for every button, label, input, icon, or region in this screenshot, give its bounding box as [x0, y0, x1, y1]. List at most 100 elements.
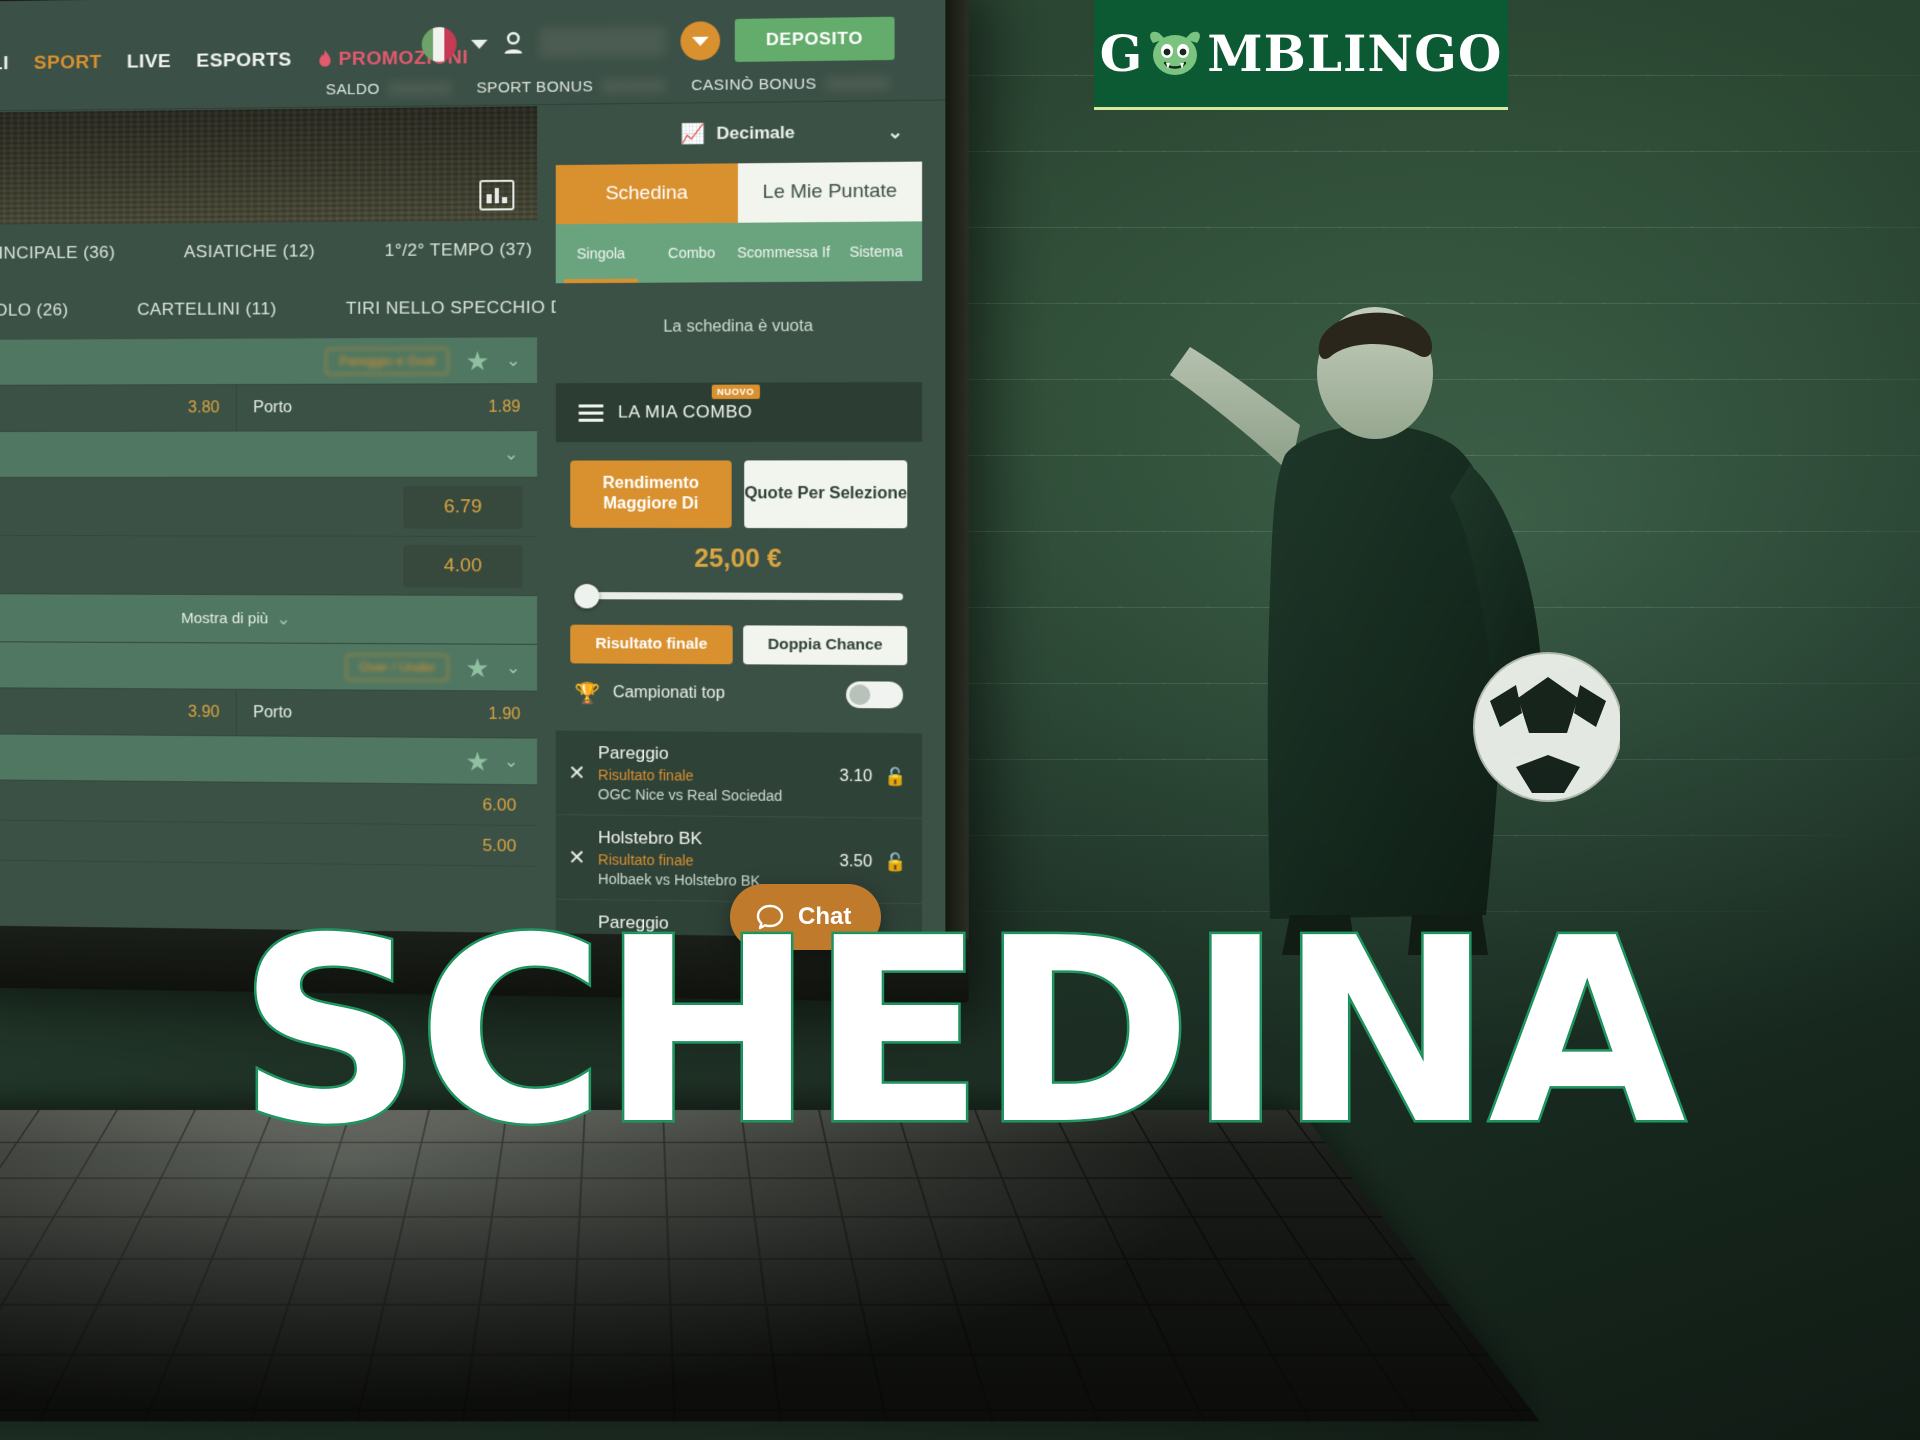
nav-item-sport[interactable]: SPORT — [34, 52, 102, 75]
odds-list: Pareggio e Goal ★ ⌄ 3.80 Porto 1.89 ⌄ 6.… — [0, 337, 538, 934]
bar-chart-icon[interactable] — [479, 179, 515, 211]
selection-pick: Holstebro BK — [598, 827, 703, 849]
betslip-tabs: Schedina Le Mie Puntate — [555, 161, 923, 225]
chevron-down-icon — [691, 36, 709, 46]
top-leagues-toggle[interactable] — [846, 681, 904, 709]
betslip-panel: 📈 Decimale ⌄ Schedina Le Mie Puntate Sin… — [555, 101, 923, 939]
chevron-down-icon[interactable] — [470, 39, 488, 49]
selection-details: Holstebro BK Risultato finale Holbaek vs… — [598, 828, 827, 890]
selection-odd: 3.10 — [839, 767, 873, 786]
combo-amount-slider[interactable] — [574, 583, 904, 609]
close-icon[interactable]: ✕ — [568, 743, 585, 785]
deposit-button[interactable]: DEPOSITO — [734, 16, 895, 62]
selection-market: Risultato finale — [598, 851, 694, 869]
chevron-down-icon[interactable]: ⌄ — [887, 121, 903, 143]
my-combo-body: Rendimento Maggiore Di Quote Per Selezio… — [555, 441, 923, 734]
betslip-subtabs: Singola Combo Scommessa If Sistema — [555, 221, 923, 284]
goblin-mascot-icon — [1150, 31, 1201, 75]
balance-sport-bonus: SPORT BONUS — [476, 77, 667, 97]
combo-market-buttons: Risultato finale Doppia Chance — [570, 624, 908, 666]
show-more-button[interactable]: Mostra di più ⌄ — [0, 594, 538, 645]
close-icon[interactable]: ✕ — [568, 827, 585, 870]
list-item: ✕ Pareggio Risultato finale OGC Nice vs … — [555, 730, 923, 819]
new-badge: NUOVO — [711, 384, 760, 400]
slider-track — [584, 592, 904, 601]
top-leagues-row: 🏆 Campionati top — [570, 680, 907, 723]
tab-schedina[interactable]: Schedina — [555, 163, 738, 225]
star-icon[interactable]: ★ — [465, 345, 489, 376]
nav-item-virtuali[interactable]: VIRTUALI — [0, 53, 9, 76]
rendimento-maggiore-button[interactable]: Rendimento Maggiore Di — [570, 460, 732, 529]
flame-icon — [319, 49, 331, 67]
nav-item-live[interactable]: LIVE — [127, 51, 171, 74]
odds-cell-right[interactable]: Porto 1.90 — [235, 689, 538, 738]
market-tab-tempo[interactable]: 1°/2° TEMPO (37) — [350, 239, 568, 261]
subtab-combo[interactable]: Combo — [646, 223, 737, 283]
odd-value[interactable]: 5.00 — [0, 820, 538, 867]
app-viewport: VIRTUALI SPORT LIVE ESPORTS PROMOZIONI D… — [0, 0, 946, 939]
italy-flag-icon[interactable] — [421, 26, 457, 62]
brand-wordmark-left: G — [1099, 24, 1144, 83]
lock-icon[interactable]: 🔓 — [885, 745, 907, 787]
slider-knob[interactable] — [574, 583, 600, 609]
subtab-sistema[interactable]: Sistema — [830, 221, 922, 281]
show-more-label: Mostra di più — [181, 609, 269, 628]
star-icon[interactable]: ★ — [465, 652, 489, 683]
market-tabs: PRINCIPALE (36) ASIATICHE (12) 1°/2° TEM… — [0, 220, 608, 340]
account-menu-button[interactable] — [680, 21, 720, 61]
team-name: Porto — [253, 398, 293, 416]
market-tab-principale[interactable]: PRINCIPALE (36) — [0, 242, 150, 264]
star-icon[interactable]: ★ — [465, 746, 489, 777]
chevron-down-icon[interactable]: ⌄ — [506, 657, 521, 677]
trend-icon: 📈 — [681, 123, 707, 146]
table-row: 4.00 — [0, 536, 538, 597]
page-title: SCHEDINA — [236, 884, 1689, 1181]
market-tabs-row-2: D'ANGOLO (26) CARTELLINI (11) TIRI NELLO… — [0, 278, 608, 339]
username-field[interactable] — [538, 26, 666, 59]
market-tab-cartellini[interactable]: CARTELLINI (11) — [103, 298, 311, 319]
event-banner — [0, 106, 538, 225]
market-pill-2[interactable]: Over / Under — [345, 653, 449, 681]
market-tab-dangolo[interactable]: D'ANGOLO (26) — [0, 300, 103, 321]
odds-format-selector[interactable]: 📈 Decimale ⌄ — [556, 102, 922, 165]
betslip-empty-message: La schedina è vuota — [555, 281, 923, 373]
table-row: 6.79 — [0, 477, 538, 537]
tab-le-mie-puntate[interactable]: Le Mie Puntate — [737, 161, 923, 223]
quote-per-selezione-button[interactable]: Quote Per Selezione — [744, 460, 908, 529]
odd-box[interactable]: 6.79 — [403, 485, 523, 529]
chevron-down-icon[interactable]: ⌄ — [504, 444, 519, 464]
main-navigation: VIRTUALI SPORT LIVE ESPORTS PROMOZIONI — [0, 47, 468, 76]
chevron-down-icon: ⌄ — [276, 608, 291, 629]
lock-icon[interactable]: 🔓 — [885, 831, 907, 873]
screen-bezel-right — [945, 0, 969, 1003]
chevron-down-icon[interactable]: ⌄ — [506, 350, 521, 370]
table-row: 3.90 Porto 1.90 — [0, 688, 538, 739]
odd-box[interactable]: 4.00 — [403, 544, 523, 588]
subtab-scommessa-if[interactable]: Scommessa If — [737, 222, 830, 282]
market-band-1[interactable]: ⌄ — [0, 431, 538, 478]
odds-cell-left[interactable]: 3.80 — [0, 385, 236, 431]
odds-cell-left[interactable]: 3.90 — [0, 688, 236, 736]
trophy-icon: 🏆 — [574, 682, 601, 705]
brand-wordmark-right: MBLINGO — [1207, 24, 1503, 83]
risultato-finale-button[interactable]: Risultato finale — [570, 624, 733, 665]
goalkeeper-photo — [1170, 307, 1620, 955]
market-pill-1[interactable]: Pareggio e Goal — [325, 347, 449, 375]
balance-row: SALDO SPORT BONUS CASINÒ BONUS — [326, 74, 891, 98]
my-combo-header[interactable]: LA MIA COMBO NUOVO — [555, 382, 923, 443]
subtab-singola[interactable]: Singola — [556, 223, 646, 283]
chevron-down-icon[interactable]: ⌄ — [504, 751, 519, 771]
odd-value[interactable]: 6.00 — [0, 780, 538, 827]
market-tab-asiatiche[interactable]: ASIATICHE (12) — [150, 240, 350, 262]
table-row: 3.80 Porto 1.89 — [0, 384, 538, 432]
odds-cell-right[interactable]: Porto 1.89 — [235, 384, 538, 431]
laptop-screen-shell: VIRTUALI SPORT LIVE ESPORTS PROMOZIONI D… — [0, 0, 969, 1003]
selection-match: OGC Nice vs Real Sociedad — [598, 785, 783, 805]
nav-item-esports[interactable]: ESPORTS — [196, 49, 291, 72]
selection-pick: Pareggio — [598, 743, 669, 764]
market-band-2[interactable]: ★ ⌄ — [0, 734, 538, 786]
top-leagues-label: Campionati top — [612, 684, 725, 703]
balance-saldo-label: SALDO — [325, 80, 380, 99]
balance-casino-bonus: CASINÒ BONUS — [691, 74, 891, 94]
doppia-chance-button[interactable]: Doppia Chance — [743, 625, 908, 666]
